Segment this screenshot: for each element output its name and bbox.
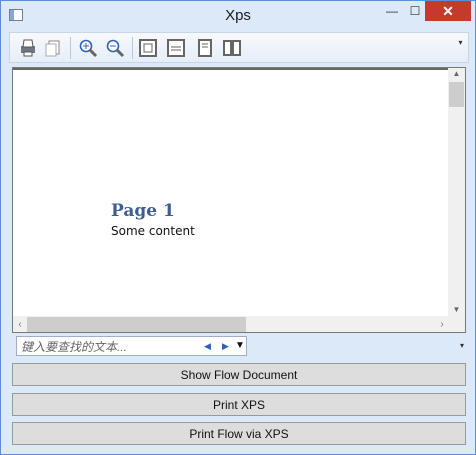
xps-window: Xps — ☐ ✕ ▾ Page 1 Some content ▲ ▼ ‹ › …	[0, 0, 476, 455]
horizontal-scroll-thumb[interactable]	[27, 317, 246, 332]
vertical-scroll-thumb[interactable]	[449, 82, 464, 107]
find-next-icon[interactable]: ▶	[222, 339, 229, 353]
scroll-left-icon[interactable]: ‹	[13, 316, 27, 332]
whole-page-icon[interactable]	[195, 38, 215, 58]
print-icon[interactable]	[18, 38, 38, 58]
scrollbar-corner	[448, 316, 465, 332]
close-button[interactable]: ✕	[425, 1, 471, 21]
two-pages-icon[interactable]	[222, 38, 242, 58]
page-content: Page 1 Some content	[111, 201, 195, 241]
find-previous-icon[interactable]: ◀	[204, 339, 211, 353]
zoom-out-icon[interactable]	[105, 38, 125, 58]
find-toolbar: ◀ ▶ ▼ ▾	[12, 335, 466, 359]
page-border	[13, 68, 453, 70]
fit-width-icon[interactable]	[166, 38, 186, 58]
find-box: ◀ ▶ ▼	[16, 336, 247, 356]
copy-icon[interactable]	[43, 38, 63, 58]
scroll-down-icon[interactable]: ▼	[448, 304, 465, 316]
find-overflow-icon[interactable]: ▾	[460, 341, 464, 350]
scroll-right-icon[interactable]: ›	[435, 316, 449, 332]
print-flow-via-xps-button[interactable]: Print Flow via XPS	[12, 422, 466, 445]
toolbar-separator	[132, 37, 133, 59]
find-input[interactable]	[19, 338, 198, 356]
document-viewer-toolbar: ▾	[9, 32, 469, 63]
toolbar-separator	[70, 37, 71, 59]
vertical-scrollbar[interactable]: ▲ ▼	[448, 68, 465, 316]
show-flow-document-button[interactable]: Show Flow Document	[12, 363, 466, 386]
scroll-up-icon[interactable]: ▲	[448, 68, 465, 80]
print-xps-button[interactable]: Print XPS	[12, 393, 466, 416]
page-body-text: Some content	[111, 224, 195, 238]
title-bar: Xps — ☐ ✕	[1, 1, 475, 31]
find-options-dropdown-icon[interactable]: ▼	[235, 339, 245, 353]
zoom-in-icon[interactable]	[78, 38, 98, 58]
toolbar-overflow-icon[interactable]: ▾	[456, 38, 465, 58]
actual-size-icon[interactable]	[138, 38, 158, 58]
document-view[interactable]: Page 1 Some content ▲ ▼ ‹ ›	[12, 67, 466, 333]
page-heading: Page 1	[111, 201, 175, 221]
horizontal-scrollbar[interactable]: ‹ ›	[13, 316, 449, 332]
